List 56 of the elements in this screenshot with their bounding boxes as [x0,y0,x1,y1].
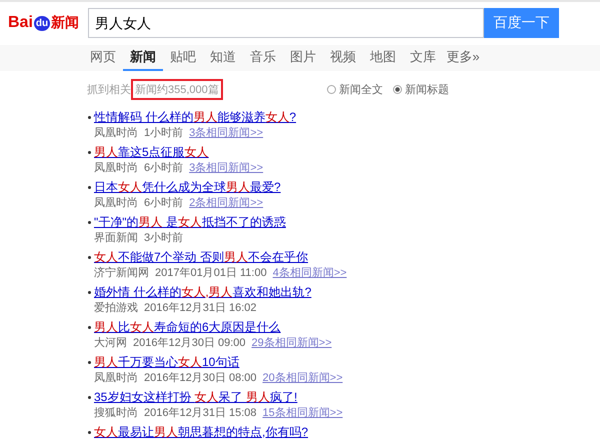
search-field[interactable]: 男人女人 [88,8,484,38]
bullet-icon [88,430,91,434]
baidu-news-logo[interactable]: Bai du 新闻 [8,14,82,32]
nav-tab[interactable]: 网页 [83,45,123,71]
result-source: 凤凰时尚 [94,196,138,210]
result-time: 6小时前 [144,196,184,210]
related-news-link[interactable]: 29条相同新闻>> [252,335,332,350]
result-source: 济宁新闻网 [94,266,149,280]
nav-tab[interactable]: 视频 [323,45,363,71]
related-news-link[interactable]: 3条相同新闻>> [189,160,264,175]
radio-option[interactable]: 新闻标题 [392,82,449,96]
nav-tab[interactable]: 新闻 [123,45,163,71]
result-count-value: 新闻约355,000篇 [131,78,223,100]
result-time: 2017年01月01日 11:00 [155,266,267,280]
result-time: 2016年12月30日 08:00 [144,371,257,385]
related-news-link[interactable]: 4条相同新闻>> [272,265,347,280]
result-time: 1小时前 [144,126,184,140]
radio-option[interactable]: 新闻全文 [326,82,383,96]
result-count-label: 抓到相关 [87,82,131,96]
related-news-link[interactable]: 15条相同新闻>> [262,405,343,420]
nav-tab[interactable]: 知道 [203,45,243,71]
result-time: 3小时前 [144,231,184,245]
result-source: 凤凰时尚 [94,126,138,140]
bullet-icon [88,256,91,258]
nav-tab[interactable]: 更多» [443,45,483,71]
bullet-icon [88,326,91,328]
bullet-icon [88,290,91,294]
related-news-link[interactable]: 3条相同新闻>> [189,125,264,140]
result-source: 爱拍游戏 [94,301,138,315]
nav-tab[interactable]: 贴吧 [163,45,203,71]
result-title-link[interactable]: 男人千万要当心女人10句话 [94,354,240,370]
nav-tab[interactable]: 图片 [283,45,323,71]
result-title-link[interactable]: 婚外情 什么样的女人,男人喜欢和她出轨? [94,284,312,300]
result-source: 搜狐时尚 [94,406,138,420]
search-button[interactable]: 百度一下 [484,8,559,38]
result-time: 2016年12月31日 15:08 [144,406,257,420]
bullet-icon [88,186,91,188]
bullet-icon [88,396,91,398]
result-source: 凤凰时尚 [94,371,138,385]
result-source: 凤凰时尚 [94,161,138,175]
nav-tab[interactable]: 音乐 [243,45,283,71]
bullet-icon [88,360,91,364]
result-title-link[interactable]: 性情解码 什么样的男人能够滋养女人? [94,108,296,126]
related-news-link[interactable]: 20条相同新闻>> [262,370,343,385]
nav-tab[interactable]: 文库 [403,45,443,71]
result-time: 2016年12月31日 16:02 [144,301,257,315]
result-source: 大河网 [94,336,127,350]
related-news-link[interactable]: 2条相同新闻>> [189,195,264,210]
result-source: 界面新闻 [94,230,138,245]
result-time: 2016年12月30日 09:00 [133,336,246,350]
result-time: 6小时前 [144,161,184,175]
result-title-link[interactable]: 女人不能做7个举动 否则男人不会在乎你 [94,248,308,266]
bullet-icon [88,220,91,224]
bullet-icon [88,150,91,154]
bullet-icon [88,116,91,118]
nav-tab[interactable]: 地图 [363,45,403,71]
